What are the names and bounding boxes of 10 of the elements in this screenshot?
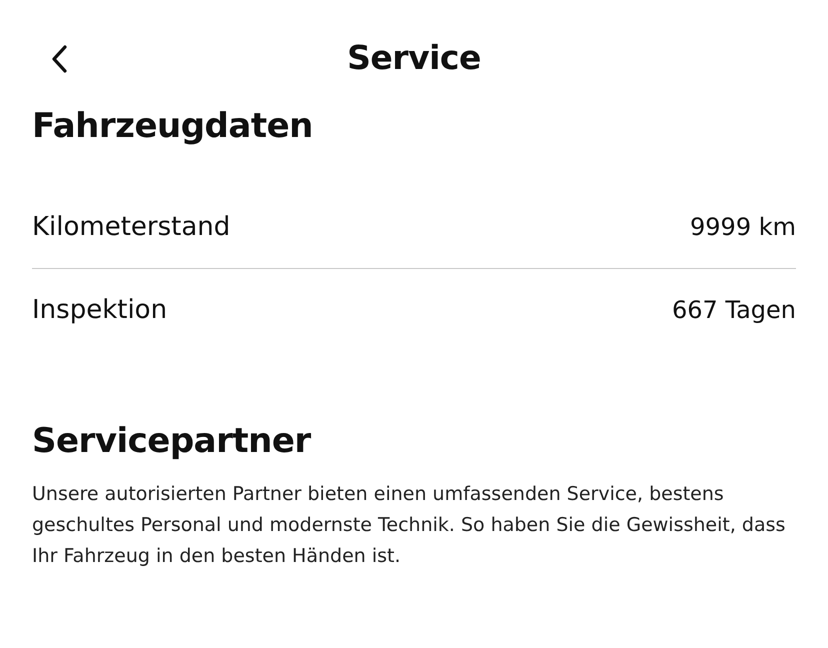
section-heading: Fahrzeugdaten: [32, 106, 314, 146]
row-label: Inspektion: [32, 295, 168, 325]
row-label: Kilometerstand: [32, 212, 230, 242]
page-title: Service: [347, 38, 481, 77]
section-heading: Servicepartner: [32, 421, 312, 461]
back-button[interactable]: [50, 44, 68, 74]
row-value: 667 Tagen: [672, 296, 796, 324]
description-text: Unsere autorisierten Partner bieten einen umfassenden Service, bestens geschultes Personal und modernste Technik. So haben Sie die Gewissheit, dass Ihr Fahrzeug in den besten Händen ist.: [32, 482, 786, 569]
row-value: 9999 km: [690, 213, 796, 241]
chevron-left-icon: [50, 44, 68, 74]
